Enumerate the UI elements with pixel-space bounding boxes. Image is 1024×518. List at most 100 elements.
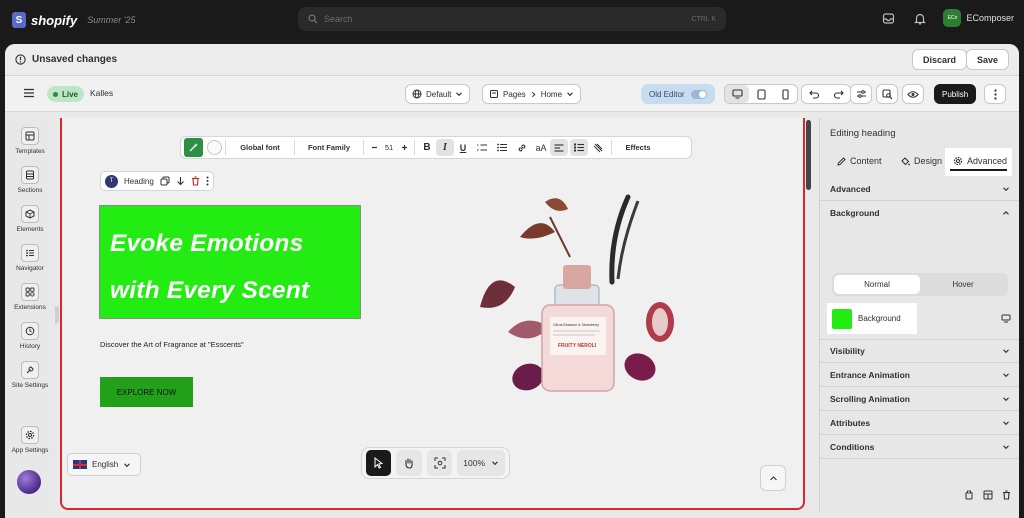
- font-family-button[interactable]: Font Family: [298, 139, 360, 156]
- elements-icon: [21, 205, 39, 223]
- state-hover[interactable]: Hover: [920, 275, 1006, 294]
- decrease-size-button[interactable]: [367, 139, 381, 156]
- preview-eye-icon[interactable]: [902, 84, 924, 104]
- store-switcher[interactable]: ECo EComposer: [943, 9, 1014, 27]
- more-options-icon[interactable]: [984, 84, 1006, 104]
- underline-button[interactable]: U: [454, 139, 472, 156]
- zoom-select[interactable]: 100%: [457, 450, 506, 476]
- state-normal[interactable]: Normal: [834, 275, 920, 294]
- hero-heading[interactable]: Evoke Emotions with Every Scent: [99, 205, 361, 319]
- responsive-desktop-icon[interactable]: [1001, 314, 1011, 323]
- select-pointer-icon[interactable]: [366, 450, 392, 476]
- arrow-down-icon[interactable]: [176, 176, 185, 186]
- menu-icon[interactable]: [23, 88, 35, 98]
- italic-button[interactable]: I: [436, 139, 454, 156]
- section-advanced[interactable]: Advanced: [820, 177, 1019, 201]
- text-case-button[interactable]: aA: [532, 139, 550, 156]
- history-icon: [21, 322, 39, 340]
- explore-now-button[interactable]: EXPLORE NOW: [100, 377, 193, 407]
- tab-advanced[interactable]: Advanced: [953, 156, 1007, 166]
- inbox-icon[interactable]: [879, 9, 897, 27]
- desktop-icon[interactable]: [725, 85, 749, 103]
- link-icon[interactable]: [512, 139, 532, 156]
- focus-frame-icon[interactable]: [426, 450, 453, 476]
- gear-icon: [953, 156, 963, 166]
- user-avatar[interactable]: [17, 470, 41, 494]
- chevron-up-icon: [1003, 211, 1009, 215]
- section-attributes[interactable]: Attributes: [820, 411, 1019, 435]
- ordered-list-icon[interactable]: 12: [472, 139, 492, 156]
- font-size-value[interactable]: 51: [381, 139, 397, 156]
- tab-content[interactable]: Content: [837, 156, 882, 166]
- tab-label: Design: [914, 156, 943, 166]
- section-scrolling-animation[interactable]: Scrolling Animation: [820, 387, 1019, 411]
- language-label: English: [92, 460, 119, 469]
- publish-button[interactable]: Publish: [934, 84, 977, 104]
- sidebar-item-app-settings[interactable]: App Settings: [5, 426, 55, 454]
- chevron-down-icon: [1003, 396, 1009, 401]
- tablet-icon[interactable]: [749, 85, 773, 103]
- delete-icon[interactable]: [191, 176, 200, 186]
- bell-icon[interactable]: [911, 9, 929, 27]
- align-left-icon[interactable]: [550, 139, 568, 156]
- background-color-picker[interactable]: Background: [827, 303, 917, 334]
- section-conditions[interactable]: Conditions: [820, 435, 1019, 459]
- sidebar-item-site-settings[interactable]: Site Settings: [5, 361, 55, 389]
- layout-icon[interactable]: [983, 490, 993, 500]
- sidebar-item-history[interactable]: History: [5, 322, 55, 350]
- scroll-to-top-button[interactable]: [760, 465, 786, 491]
- chevron-down-icon: [124, 462, 131, 467]
- sidebar-collapse-handle[interactable]: [55, 306, 59, 324]
- sidebar-item-templates[interactable]: Templates: [5, 127, 55, 155]
- sidebar-item-extensions[interactable]: Extensions: [5, 283, 55, 311]
- hand-pan-icon[interactable]: [396, 450, 422, 476]
- navigator-icon: [21, 244, 39, 262]
- tab-design[interactable]: Design: [900, 156, 942, 166]
- page-select[interactable]: Pages Home: [482, 84, 582, 104]
- search-input[interactable]: Search CTRL K: [298, 7, 726, 31]
- editor-toolbar: Live Kalles Default Pages Home Old Edito…: [5, 76, 1019, 112]
- save-button[interactable]: Save: [965, 49, 1009, 70]
- sidebar-item-sections[interactable]: Sections: [5, 166, 55, 194]
- sidebar-item-label: App Settings: [11, 447, 49, 454]
- minus-icon: [371, 146, 377, 149]
- hero-subtitle[interactable]: Discover the Art of Fragrance at "Esscen…: [100, 340, 244, 349]
- canvas-scrollbar[interactable]: [806, 120, 811, 190]
- list-style-icon[interactable]: [570, 139, 588, 156]
- undo-icon[interactable]: [802, 85, 826, 103]
- language-select[interactable]: English: [67, 453, 141, 476]
- page-name-label: Home: [540, 89, 563, 99]
- redo-icon[interactable]: [826, 85, 850, 103]
- global-font-button[interactable]: Global font: [229, 139, 291, 156]
- sections-icon: [21, 166, 39, 184]
- history-controls: [801, 84, 851, 104]
- copy-icon[interactable]: [964, 490, 974, 500]
- section-entrance-animation[interactable]: Entrance Animation: [820, 363, 1019, 387]
- more-options-icon[interactable]: [206, 176, 209, 186]
- inspect-icon[interactable]: [876, 84, 898, 104]
- section-visibility[interactable]: Visibility: [820, 339, 1019, 363]
- sliders-icon[interactable]: [850, 84, 872, 104]
- sidebar-item-navigator[interactable]: Navigator: [5, 244, 55, 272]
- bold-button[interactable]: B: [418, 139, 436, 156]
- panel-title: Editing heading: [830, 128, 896, 139]
- ai-magic-icon[interactable]: [184, 138, 203, 157]
- discard-button[interactable]: Discard: [911, 49, 967, 70]
- locale-select[interactable]: Default: [405, 84, 471, 104]
- clear-format-icon[interactable]: [588, 139, 608, 156]
- sidebar-item-elements[interactable]: Elements: [5, 205, 55, 233]
- section-background[interactable]: Background: [820, 201, 1019, 225]
- heading-element-label[interactable]: Heading: [124, 177, 154, 186]
- toggle-switch[interactable]: [691, 89, 707, 99]
- perfume-product-image[interactable]: Citrus Blossom & Strawberry FRUITY NEROL…: [460, 187, 700, 397]
- text-color-swatch[interactable]: [207, 140, 222, 155]
- effects-button[interactable]: Effects: [615, 139, 661, 156]
- background-color-swatch[interactable]: [832, 308, 852, 329]
- increase-size-button[interactable]: [397, 139, 411, 156]
- duplicate-icon[interactable]: [160, 176, 170, 186]
- trash-icon[interactable]: [1002, 490, 1011, 500]
- shopify-logo[interactable]: S shopify Summer '25: [12, 12, 135, 28]
- mobile-icon[interactable]: [773, 85, 797, 103]
- old-editor-toggle[interactable]: Old Editor: [641, 84, 715, 104]
- bullet-list-icon[interactable]: [492, 139, 512, 156]
